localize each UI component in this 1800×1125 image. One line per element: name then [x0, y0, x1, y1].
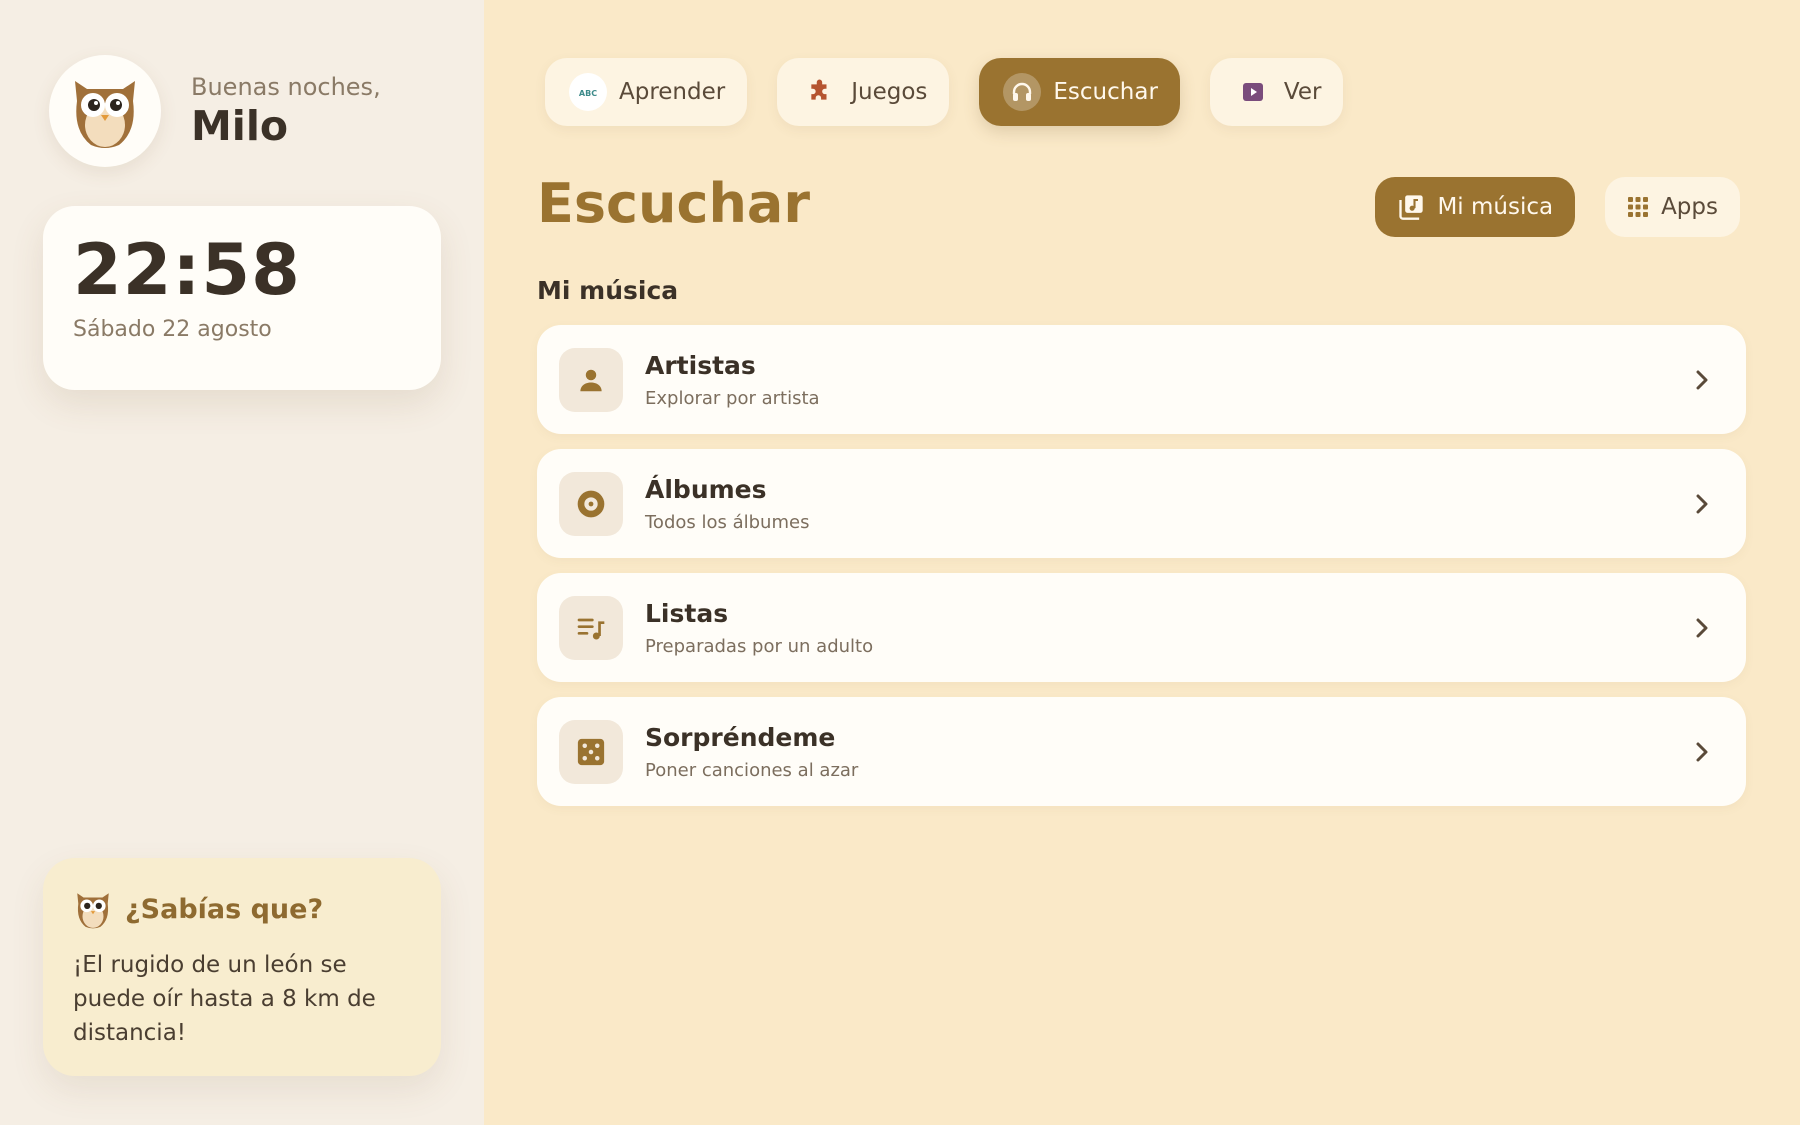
list-item-text: Sorpréndeme Poner canciones al azar: [645, 722, 1682, 780]
chevron-right-icon: [1682, 484, 1722, 524]
avatar[interactable]: [49, 55, 161, 167]
list-item-artistas[interactable]: Artistas Explorar por artista: [537, 325, 1746, 434]
my-music-label: Mi música: [1437, 194, 1554, 220]
clock-date: Sábado 22 agosto: [73, 316, 272, 342]
section-label: Mi música: [537, 276, 679, 305]
puzzle-icon: [801, 73, 839, 111]
tab-label: Aprender: [619, 79, 726, 105]
greeting-text: Buenas noches,: [191, 73, 381, 102]
list-item-listas[interactable]: Listas Preparadas por un adulto: [537, 573, 1746, 682]
person-icon: [559, 347, 623, 412]
list-item-title: Listas: [645, 599, 729, 629]
grid-icon: [1627, 196, 1649, 218]
list-item-text: Álbumes Todos los álbumes: [645, 474, 1682, 532]
profile: Buenas noches, Milo: [49, 55, 381, 167]
play-video-icon: [1234, 73, 1272, 111]
svg-text:ABC: ABC: [579, 89, 597, 98]
dice-icon: [559, 719, 623, 784]
chevron-right-icon: [1682, 732, 1722, 772]
disc-icon: [559, 471, 623, 536]
tab-juegos[interactable]: Juegos: [777, 58, 950, 126]
fun-fact-text: ¡El rugido de un león se puede oír hasta…: [73, 952, 376, 1046]
apps-button[interactable]: Apps: [1605, 177, 1740, 237]
tab-escuchar[interactable]: Escuchar: [979, 58, 1180, 126]
chevron-right-icon: [1682, 608, 1722, 648]
list-item-title: Artistas: [645, 351, 756, 381]
music-menu-list: Artistas Explorar por artista Álbumes To…: [537, 325, 1746, 821]
clock-time: 22:58: [73, 229, 301, 311]
page-title: Escuchar: [537, 172, 811, 235]
list-item-text: Listas Preparadas por un adulto: [645, 598, 1682, 656]
music-library-icon: [1397, 193, 1425, 221]
my-music-button[interactable]: Mi música: [1375, 177, 1576, 237]
fun-fact-card: ¿Sabías que? ¡El rugido de un león se pu…: [43, 858, 441, 1076]
tab-ver[interactable]: Ver: [1209, 58, 1344, 126]
owl-icon: [75, 81, 135, 148]
list-item-subtitle: Preparadas por un adulto: [645, 635, 874, 657]
list-item-subtitle: Poner canciones al azar: [645, 759, 859, 781]
greeting: Buenas noches, Milo: [191, 73, 381, 149]
apps-label: Apps: [1661, 194, 1718, 220]
chevron-right-icon: [1682, 360, 1722, 400]
list-item-subtitle: Todos los álbumes: [645, 511, 810, 533]
clock-card: 22:58 Sábado 22 agosto: [43, 206, 441, 390]
list-item-albumes[interactable]: Álbumes Todos los álbumes: [537, 449, 1746, 558]
tab-label: Ver: [1283, 79, 1322, 105]
list-item-text: Artistas Explorar por artista: [645, 350, 1682, 408]
user-name: Milo: [191, 101, 289, 150]
list-item-subtitle: Explorar por artista: [645, 387, 820, 409]
list-item-title: Sorpréndeme: [645, 723, 836, 753]
category-tabs: ABC Aprender Juegos Escuchar Ver: [545, 58, 1344, 126]
headphones-icon: [1003, 73, 1042, 111]
tab-label: Juegos: [851, 79, 928, 105]
sidebar: Buenas noches, Milo 22:58 Sábado 22 agos…: [0, 0, 484, 1125]
abc-icon: ABC: [569, 73, 607, 111]
playlist-icon: [559, 595, 623, 660]
owl-icon: [77, 893, 109, 929]
fun-fact-title: ¿Sabías que?: [125, 893, 324, 925]
header-actions: Mi música Apps: [1375, 177, 1740, 237]
tab-aprender[interactable]: ABC Aprender: [545, 58, 748, 126]
tab-label: Escuchar: [1053, 79, 1158, 105]
fun-fact-header: ¿Sabías que?: [73, 888, 411, 930]
list-item-sorprendeme[interactable]: Sorpréndeme Poner canciones al azar: [537, 697, 1746, 806]
list-item-title: Álbumes: [645, 475, 767, 505]
